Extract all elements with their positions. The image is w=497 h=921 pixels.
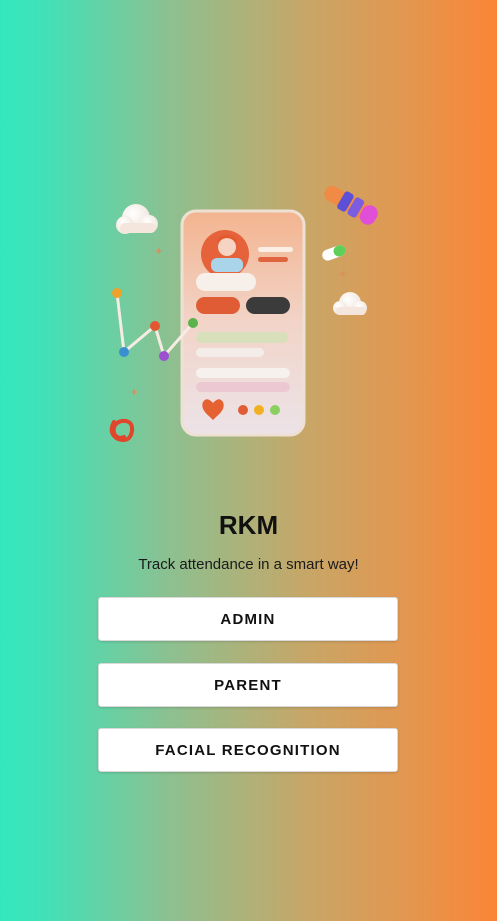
admin-button[interactable]: ADMIN — [98, 597, 398, 641]
cloud-icon — [116, 204, 158, 234]
spiral-icon — [109, 418, 135, 442]
app-tagline: Track attendance in a smart way! — [138, 556, 359, 573]
phone-icon — [180, 209, 306, 437]
parent-button[interactable]: PARENT — [98, 663, 398, 707]
cloud-icon — [333, 292, 367, 315]
app-title: RKM — [218, 510, 279, 540]
pill-icon — [322, 245, 346, 261]
candy-icon — [324, 186, 378, 225]
home-screen: RKM Track attendance in a smart way! ADM… — [0, 0, 497, 921]
phone-profile-illustration — [109, 186, 378, 442]
facial-recognition-button[interactable]: FACIAL RECOGNITION — [98, 728, 398, 772]
